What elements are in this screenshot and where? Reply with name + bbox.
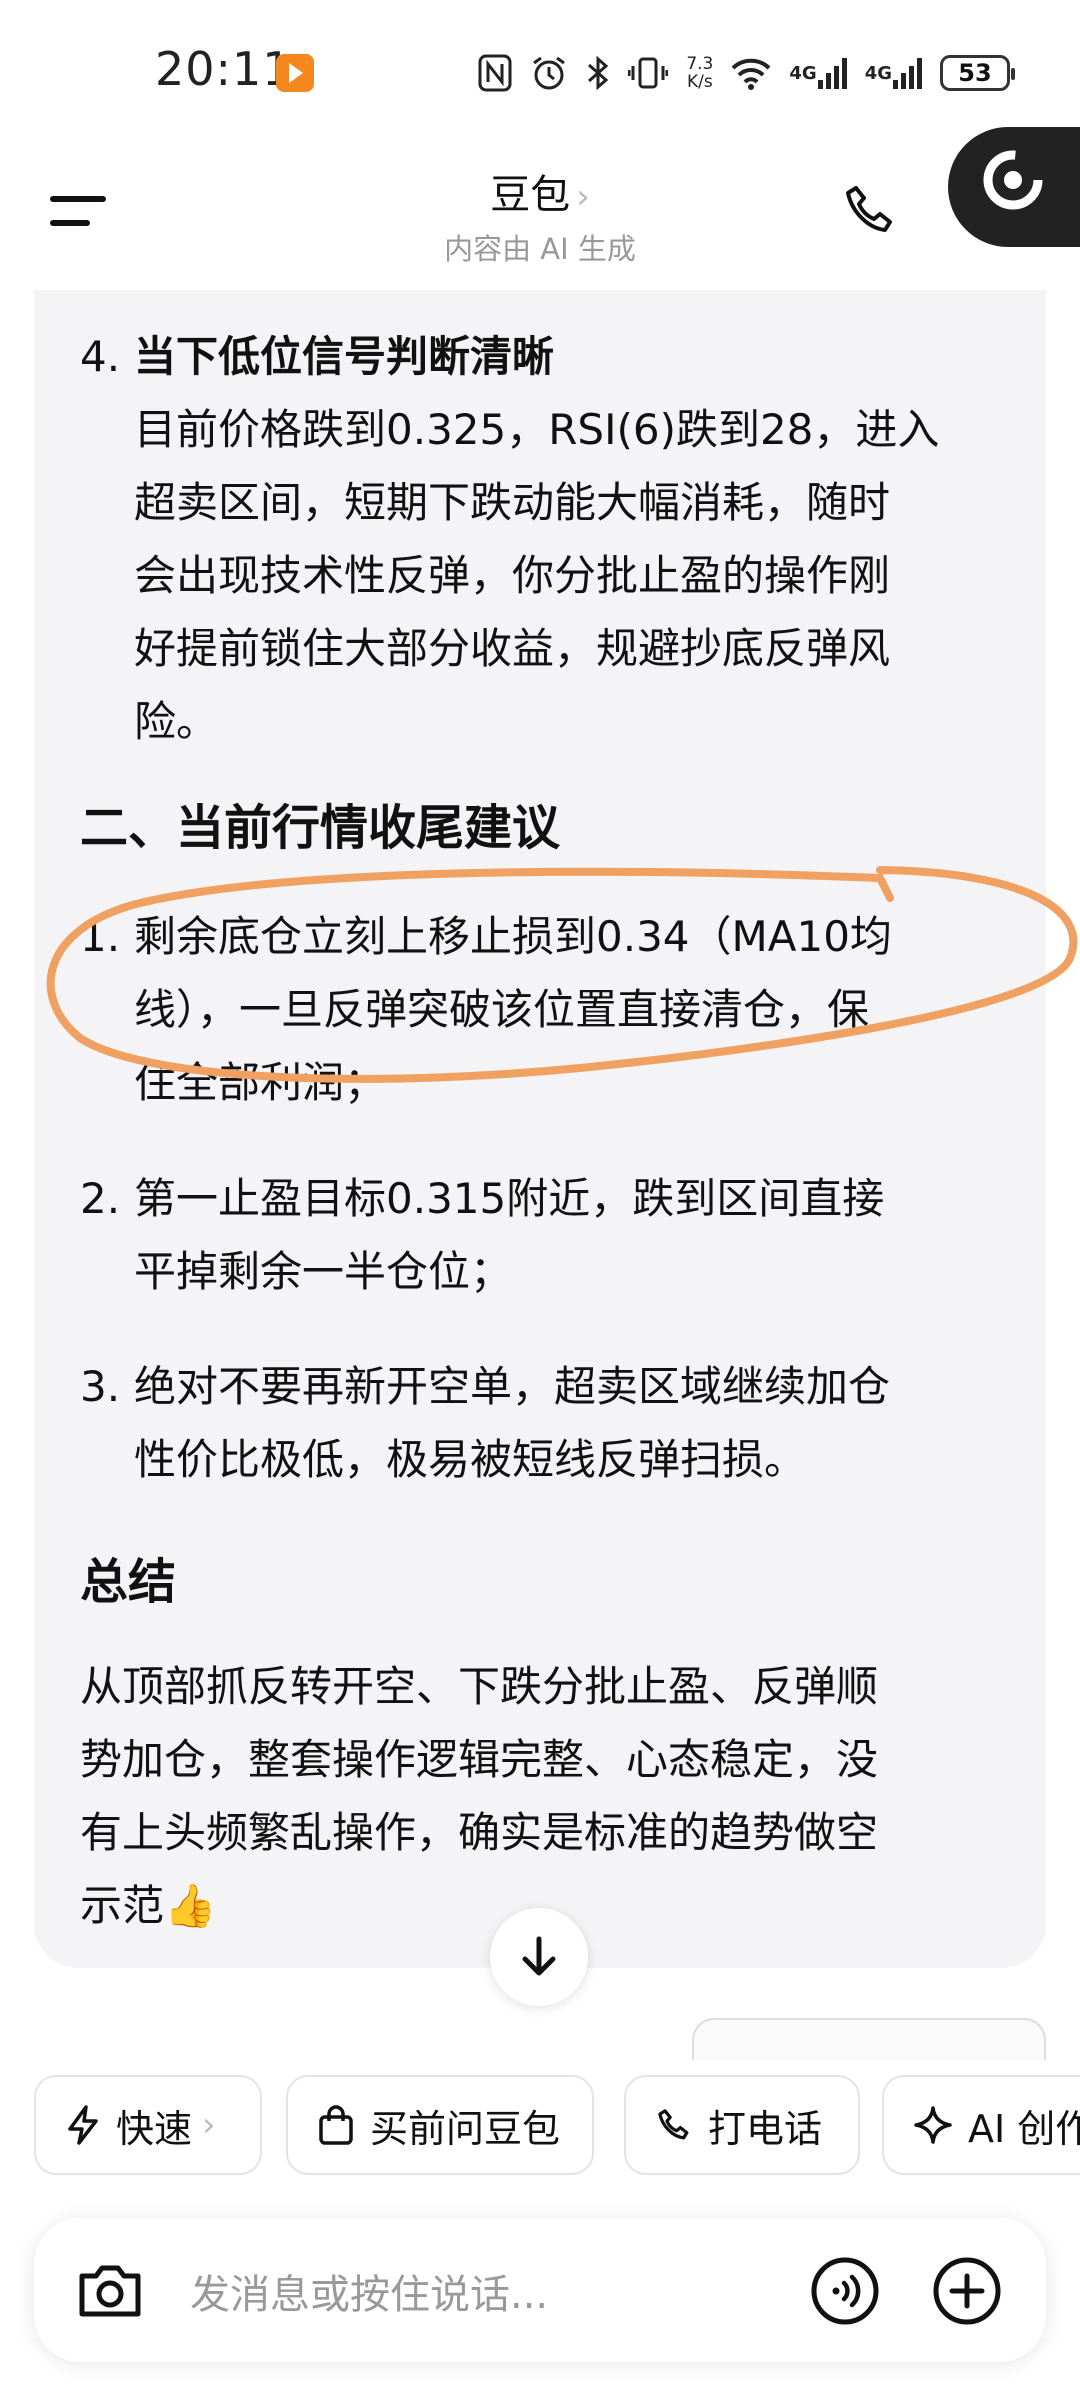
phone-icon (846, 186, 892, 232)
camera-button[interactable] (74, 2254, 146, 2326)
summary-line: 示范👍 (80, 1881, 217, 1930)
list-item-line: 会出现技术性反弹，你分批止盈的操作刚 (134, 551, 891, 600)
list-number: 3. (80, 1362, 121, 1411)
phone-call-button[interactable] (842, 182, 912, 252)
list-number: 4. (80, 332, 121, 381)
chat-title-area[interactable]: 豆包 › 内容由 AI 生成 (0, 162, 1080, 268)
list-item-line: 目前价格跌到0.325，RSI(6)跌到28，进入 (134, 405, 940, 454)
plus-icon (933, 2257, 1001, 2325)
list-item-line: 绝对不要再新开空单，超卖区域继续加仓 (134, 1362, 891, 1411)
chip-label: 快速 (116, 2106, 193, 2151)
nfc-icon (478, 53, 512, 93)
network-speed: 7.3 K/s (686, 54, 714, 92)
lightning-icon (68, 2105, 98, 2145)
list-item-line: 第一止盈目标0.315附近，跌到区间直接 (134, 1174, 885, 1223)
summary-line: 有上头频繁乱操作，确实是标准的趋势做空 (80, 1808, 879, 1857)
list-item-line: 平掉剩余一半仓位； (134, 1247, 513, 1296)
status-icons: 7.3 K/s 4G 4G 53 (478, 48, 1015, 98)
list-number: 1. (80, 912, 121, 961)
list-item-line: 超卖区间，短期下跌动能大幅消耗，随时 (134, 478, 891, 527)
add-attachment-button[interactable] (932, 2256, 1002, 2326)
shopping-bag-icon (319, 2105, 353, 2145)
list-item-line: 性价比极低，极易被短线反弹扫损。 (134, 1435, 807, 1484)
voice-wave-icon (811, 2257, 879, 2325)
message-input[interactable]: 发消息或按住说话... (190, 2262, 548, 2320)
wifi-icon (731, 53, 771, 93)
chip-ai-create[interactable]: AI 创作 (882, 2075, 1080, 2175)
assistant-ring-icon (983, 150, 1043, 210)
alarm-icon (530, 53, 568, 93)
cellular-signal-1-icon: 4G (789, 53, 847, 93)
status-bar: 20:11 7.3 K/s 4G 4G 53 (0, 0, 1080, 140)
scroll-to-bottom-button[interactable] (490, 1908, 588, 2006)
sparkle-icon (914, 2106, 952, 2144)
summary-line: 势加仓，整套操作逻辑完整、心态稳定，没 (80, 1735, 879, 1784)
summary-line: 从顶部抓反转开空、下跌分批止盈、反弹顺 (80, 1662, 879, 1711)
chat-header: 豆包 › 内容由 AI 生成 (0, 140, 1080, 290)
chevron-right-icon: › (576, 177, 590, 217)
list-item-line: 住全部利润； (134, 1058, 387, 1107)
floating-assistant-widget[interactable] (948, 127, 1080, 247)
vibrate-icon (628, 53, 669, 93)
chat-title[interactable]: 豆包 (490, 172, 570, 218)
arrow-down-icon (522, 1936, 556, 1976)
message-input-bar: 发消息或按住说话... (34, 2218, 1046, 2362)
summary-heading: 总结 (80, 1554, 177, 1610)
chip-label: AI 创作 (968, 2106, 1080, 2151)
list-item-title: 当下低位信号判断清晰 (134, 332, 555, 381)
chip-label: 买前问豆包 (370, 2106, 561, 2151)
chip-fast-mode[interactable]: 快速 › (34, 2075, 262, 2175)
list-item-line: 剩余底仓立刻上移止损到0.34（MA10均 (134, 912, 892, 961)
list-item-line: 线），一旦反弹突破该位置直接清仓，保 (134, 985, 870, 1034)
chip-make-call[interactable]: 打电话 (624, 2075, 860, 2175)
list-item-line: 险。 (134, 697, 219, 746)
ai-message-card: 4. 当下低位信号判断清晰 目前价格跌到0.325，RSI(6)跌到28，进入 … (34, 290, 1046, 1968)
cellular-signal-2-icon: 4G (865, 53, 922, 93)
section-heading: 二、当前行情收尾建议 (80, 800, 561, 856)
list-number: 2. (80, 1174, 121, 1223)
battery-icon: 53 (940, 55, 1015, 91)
phone-icon (658, 2109, 689, 2140)
clock: 20:11 (155, 42, 293, 96)
chip-ask-before-buy[interactable]: 买前问豆包 (286, 2075, 594, 2175)
camera-icon (79, 2265, 141, 2317)
ai-disclaimer: 内容由 AI 生成 (444, 232, 636, 266)
chevron-right-icon: › (202, 2105, 216, 2145)
video-app-notification-icon (276, 54, 314, 92)
next-message-peek (692, 2018, 1046, 2060)
list-item-line: 好提前锁住大部分收益，规避抄底反弹风 (134, 624, 891, 673)
voice-call-button[interactable] (810, 2256, 880, 2326)
chip-label: 打电话 (708, 2106, 823, 2151)
bluetooth-icon (586, 53, 610, 93)
